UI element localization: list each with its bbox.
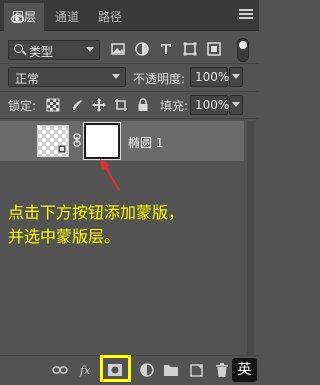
tab-channels[interactable]: 通道 [46,3,88,31]
new-group-folder-icon[interactable] [163,362,179,378]
type-filter-icon[interactable] [158,41,174,57]
lock-image-pixels-icon[interactable] [70,98,84,112]
link-layers-icon[interactable] [52,362,68,378]
fill-value: 100% [195,98,230,112]
fill-dropdown-button[interactable] [229,95,243,115]
fill-label: 填充: [160,99,189,113]
mask-button-highlight [100,355,131,382]
shape-layer-badge-icon [57,144,67,154]
lock-artboard-icon[interactable] [114,98,128,112]
panel-tab-bar: 图层 通道 路径 [0,0,259,31]
tab-layers[interactable]: 图层 [4,3,44,31]
filter-toggle[interactable] [237,38,251,62]
shape-filter-icon[interactable] [182,41,198,57]
opacity-value: 100% [195,70,230,84]
panel-menu-icon[interactable] [239,9,253,21]
new-layer-icon[interactable] [189,362,205,378]
annotation-arrow [100,159,120,191]
chevron-down-icon [232,102,240,107]
blend-mode-select[interactable]: 正常 [8,67,126,87]
layer-mask-thumbnail[interactable] [83,122,121,160]
svg-text:fx: fx [79,364,91,377]
divider [0,118,259,119]
opacity-dropdown-button[interactable] [229,67,243,87]
lock-transparent-icon[interactable] [46,98,60,112]
fill-input[interactable]: 100% [190,95,230,115]
divider [0,91,259,92]
visibility-eye-icon[interactable] [11,15,24,23]
smart-object-filter-icon[interactable] [206,41,222,57]
opacity-input[interactable]: 100% [190,67,230,87]
image-filter-icon[interactable] [110,41,126,57]
layer-filter-label: 类型 [29,45,54,59]
opacity-label: 不透明度: [133,72,186,86]
lock-position-icon[interactable] [92,98,106,112]
lock-all-icon[interactable] [136,98,150,112]
layer-filter-select[interactable]: 类型 [8,40,100,60]
chevron-down-icon [232,74,240,79]
instruction-line-2: 并选中蒙版层。 [8,227,121,246]
lock-label: 锁定: [8,99,37,113]
instruction-annotation: 点击下方按钮添加蒙版， 并选中蒙版层。 [8,201,254,249]
blend-mode-value: 正常 [15,72,40,86]
chevron-down-icon [112,74,120,79]
chain-link-icon[interactable] [73,133,81,147]
search-icon [14,44,23,53]
adjustment-layer-icon[interactable] [139,362,155,378]
adjustment-filter-icon[interactable] [134,41,150,57]
layer-name[interactable]: 椭圆 1 [128,134,163,151]
fx-layer-style-icon[interactable]: fx [79,362,95,378]
layers-panel: 图层 通道 路径 类型 正常 不透明度: 100% 锁定: 填充: 100% 椭… [0,0,259,385]
ime-language-indicator[interactable]: 英 [232,358,257,382]
chevron-down-icon [86,47,94,52]
tab-paths[interactable]: 路径 [90,3,130,31]
instruction-line-1: 点击下方按钮添加蒙版， [8,203,185,222]
divider [0,63,259,64]
trash-delete-icon[interactable] [214,362,230,378]
